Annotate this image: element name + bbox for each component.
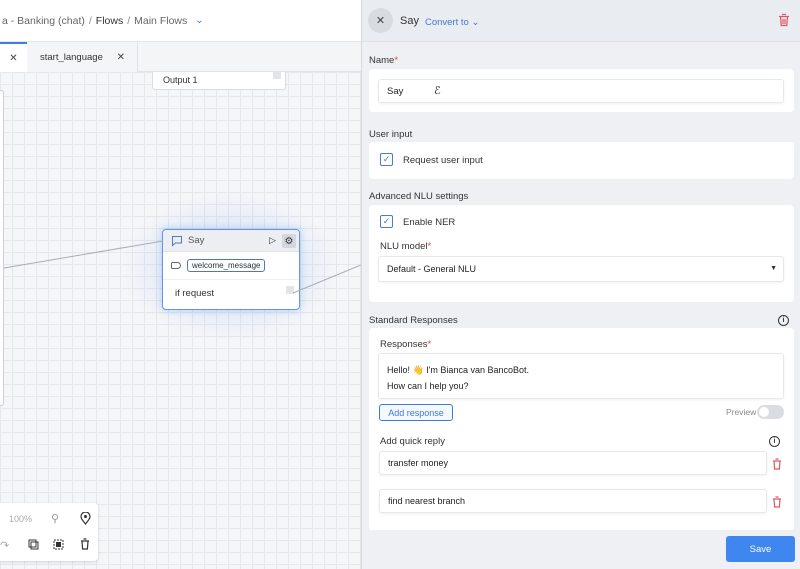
select-area-icon[interactable] xyxy=(53,539,64,550)
advanced-nlu-section-label: Advanced NLU settings xyxy=(369,191,469,202)
trash-icon[interactable] xyxy=(80,538,90,550)
convert-label: Convert to xyxy=(425,17,469,28)
breadcrumb-separator: / xyxy=(127,14,131,27)
enable-ner-label: Enable NER xyxy=(403,217,456,228)
save-button[interactable]: Save xyxy=(726,536,795,562)
branch-label: if request xyxy=(175,288,215,299)
say-node-title: Say xyxy=(188,235,205,246)
name-input-value: Say xyxy=(387,85,404,97)
trash-icon[interactable] xyxy=(772,496,782,508)
add-response-button[interactable]: Add response xyxy=(379,404,453,421)
output-node[interactable]: Output 1 xyxy=(152,72,286,90)
close-icon[interactable]: ✕ xyxy=(117,52,125,63)
location-pin-icon[interactable] xyxy=(80,512,91,525)
request-user-input-checkbox[interactable]: ✓ xyxy=(380,153,393,166)
convert-to-dropdown[interactable]: Convert to ⌄ xyxy=(425,17,479,28)
breadcrumb-project[interactable]: a - Banking (chat) xyxy=(2,15,85,27)
close-panel-button[interactable]: ✕ xyxy=(368,8,393,33)
flow-tabs: ✕ start_language ✕ xyxy=(0,42,361,72)
required-marker: * xyxy=(394,55,399,66)
panel-title: Say xyxy=(400,15,419,27)
zoom-level: 100% xyxy=(9,514,33,524)
name-section-label: Name* xyxy=(369,55,398,66)
previous-node[interactable] xyxy=(0,90,4,406)
enable-ner-checkbox[interactable]: ✓ xyxy=(380,215,393,228)
say-node-branch: if request xyxy=(163,279,299,307)
nlu-model-value: Default - General NLU xyxy=(387,264,477,274)
chevron-down-icon[interactable]: ⌄ xyxy=(195,15,203,26)
copy-icon[interactable] xyxy=(28,539,39,550)
trash-icon[interactable] xyxy=(772,458,782,470)
flow-canvas[interactable]: Output 1 Say ▷ ⚙ welcome_message if requ… xyxy=(0,72,361,569)
info-icon[interactable]: i xyxy=(778,315,789,326)
response-line-1: Hello! 👋 I'm Bianca van BancoBot. xyxy=(387,365,529,375)
tab-label: start_language xyxy=(40,51,103,63)
branch-handle[interactable] xyxy=(286,286,294,294)
delete-node-icon[interactable] xyxy=(778,13,790,27)
close-icon[interactable]: ✕ xyxy=(9,53,17,64)
required-marker: * xyxy=(427,339,432,350)
quick-reply-value: find nearest branch xyxy=(388,496,466,506)
node-settings-panel: ✕ Say Convert to ⌄ Name* Say ℰ User inpu… xyxy=(361,0,800,569)
name-input[interactable]: Say ℰ xyxy=(378,79,784,103)
breadcrumb-current[interactable]: Main Flows xyxy=(134,15,187,27)
info-icon[interactable]: i xyxy=(769,436,780,447)
nlu-model-label-text: NLU model xyxy=(380,241,428,252)
required-marker: * xyxy=(427,241,432,252)
message-icon xyxy=(172,235,182,247)
dropdown-arrow-icon: ▼ xyxy=(770,265,777,272)
text-cursor-icon: ℰ xyxy=(434,85,441,97)
response-line-2: How can I help you? xyxy=(387,381,469,391)
user-input-card: ✓ Request user input xyxy=(369,142,794,179)
message-chip[interactable]: welcome_message xyxy=(187,259,266,272)
gear-icon[interactable]: ⚙ xyxy=(282,234,296,248)
advanced-nlu-card: ✓ Enable NER NLU model* Default - Genera… xyxy=(369,205,794,302)
breadcrumb-flows[interactable]: Flows xyxy=(96,15,123,27)
close-icon: ✕ xyxy=(375,15,386,27)
responses-label: Responses* xyxy=(380,339,431,350)
redo-icon[interactable]: ↷ xyxy=(0,539,9,552)
output-handle[interactable] xyxy=(273,72,281,79)
zoom-out-icon[interactable]: ⚲ xyxy=(51,512,59,525)
response-textarea[interactable]: Hello! 👋 I'm Bianca van BancoBot. How ca… xyxy=(378,353,784,399)
tab-main-flow[interactable]: ✕ xyxy=(0,42,27,72)
user-input-section-label: User input xyxy=(369,129,413,140)
add-quick-reply-label: Add quick reply xyxy=(380,436,445,447)
tab-start-language[interactable]: start_language ✕ xyxy=(27,42,138,72)
name-card: Say ℰ xyxy=(369,69,794,112)
responses-card: Responses* Hello! 👋 I'm Bianca van Banco… xyxy=(369,328,794,531)
name-label: Name xyxy=(369,55,395,66)
preview-label: Preview xyxy=(726,407,757,417)
breadcrumb-separator: / xyxy=(88,14,92,27)
output-node-label: Output 1 xyxy=(163,75,198,85)
play-icon[interactable]: ▷ xyxy=(269,235,276,246)
preview-toggle[interactable] xyxy=(757,405,784,419)
panel-header: ✕ Say Convert to ⌄ xyxy=(362,0,800,42)
canvas-toolbar: 100% ⚲ ↷ xyxy=(0,503,98,561)
nlu-model-label: NLU model* xyxy=(380,241,431,252)
chevron-down-icon: ⌄ xyxy=(471,17,480,28)
breadcrumb: a - Banking (chat) / Flows / Main Flows … xyxy=(0,0,361,42)
responses-label-text: Responses xyxy=(380,339,428,350)
nlu-model-select[interactable]: Default - General NLU ▼ xyxy=(378,256,784,282)
request-user-input-label: Request user input xyxy=(403,155,483,166)
say-node-message-row: welcome_message xyxy=(163,252,299,279)
say-node-header[interactable]: Say ▷ ⚙ xyxy=(163,230,299,252)
quick-reply-value: transfer money xyxy=(388,458,449,468)
standard-responses-section-label: Standard Responses xyxy=(369,315,458,326)
say-node[interactable]: Say ▷ ⚙ welcome_message if request xyxy=(162,229,300,310)
tag-icon xyxy=(171,262,181,269)
quick-reply-input[interactable]: transfer money xyxy=(379,451,767,475)
quick-reply-input[interactable]: find nearest branch xyxy=(379,489,767,513)
